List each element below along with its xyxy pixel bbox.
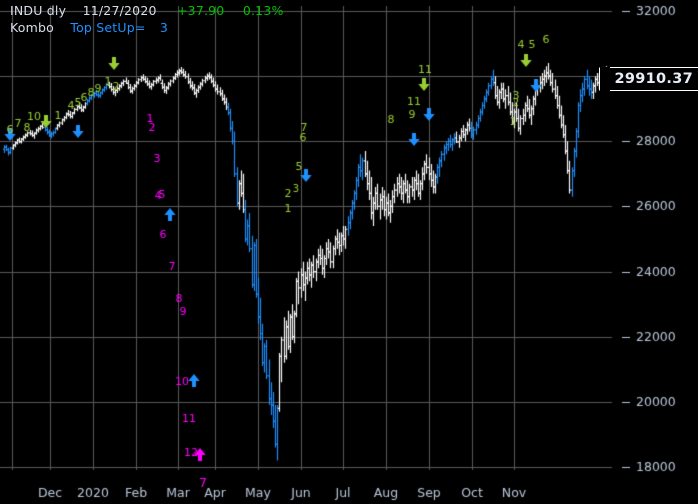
study-name-label: Kombo xyxy=(10,20,54,35)
last-price-value: 29910.37 xyxy=(614,71,693,88)
chart-application: INDU dly 11/27/2020 +37.90 0.13% Kombo T… xyxy=(0,0,698,504)
top-setup-label: Top SetUp= xyxy=(70,20,146,35)
quote-date-label: 11/27/2020 xyxy=(82,3,157,18)
symbol-label: INDU dly xyxy=(10,3,67,18)
price-change-label: +37.90 xyxy=(177,3,225,18)
price-change-percent-label: 0.13% xyxy=(242,3,284,18)
price-chart-canvas[interactable] xyxy=(0,0,698,504)
last-price-tag[interactable]: 29910.37 xyxy=(599,67,698,92)
top-setup-value: 3 xyxy=(159,20,169,35)
chart-header-line-2: Kombo Top SetUp= 3 xyxy=(10,20,168,35)
chart-header-line-1: INDU dly 11/27/2020 +37.90 0.13% xyxy=(10,3,284,18)
